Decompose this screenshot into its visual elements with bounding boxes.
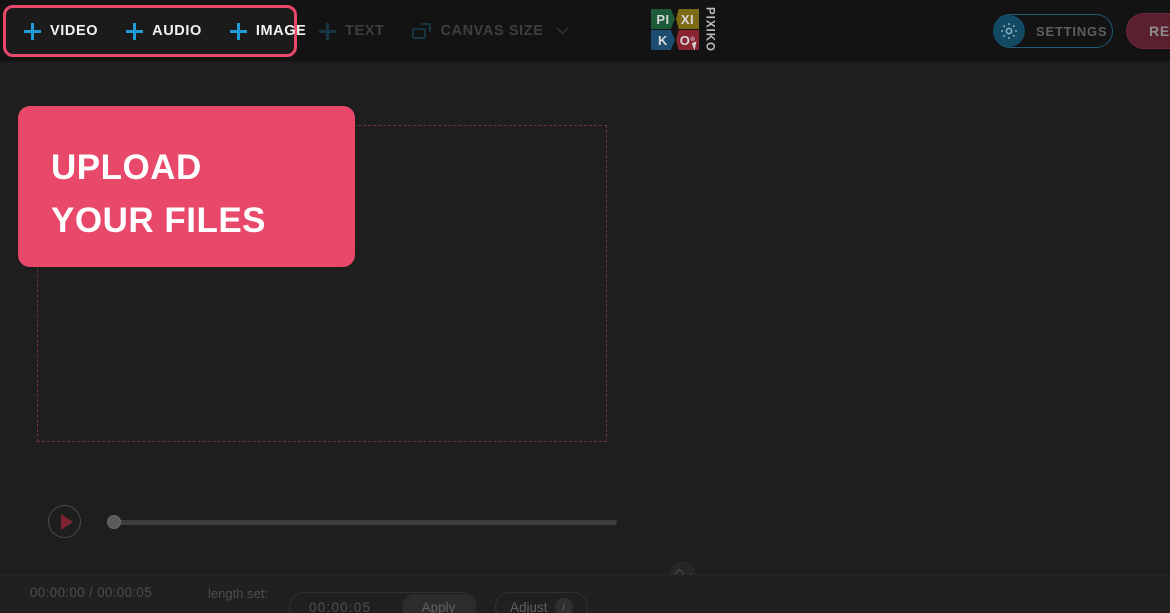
logo-cell-o: O ® [676, 30, 699, 50]
add-audio-button[interactable]: AUDIO [112, 11, 216, 51]
callout-text: UPLOAD YOUR FILES [51, 148, 267, 241]
canvas-size-icon [412, 23, 432, 39]
time-display: 00:00:00 / 00:00:05 [30, 585, 153, 600]
logo-cell-pi: PI [651, 9, 675, 29]
render-label: RENDER [1149, 23, 1170, 39]
length-set-control: 00:00:05 Apply [289, 592, 476, 613]
add-video-button[interactable]: VIDEO [10, 11, 112, 51]
logo-grid: PI XI K O ® [651, 9, 699, 50]
logo-vertical-text: PIXIKO [703, 7, 716, 52]
upload-files-callout: UPLOAD YOUR FILES [18, 106, 355, 267]
player-controls [48, 505, 617, 538]
adjust-control[interactable]: Adjust i [495, 592, 588, 613]
gear-icon [993, 15, 1025, 47]
logo-cell-o-letter: O [679, 32, 691, 48]
play-icon [60, 513, 73, 530]
seek-track [112, 519, 617, 525]
toolbar-secondary-group: TEXT CANVAS SIZE [305, 0, 581, 62]
add-audio-label: AUDIO [152, 23, 202, 39]
plus-icon [126, 22, 144, 40]
info-icon[interactable]: i [554, 598, 573, 613]
seek-handle[interactable] [107, 514, 121, 529]
pixiko-editor-window: TEXT CANVAS SIZE PI XI K O ® PIXIKO SETT… [0, 0, 1170, 613]
add-image-button[interactable]: IMAGE [216, 11, 321, 51]
logo-cell-k: K [651, 30, 675, 50]
canvas-size-button[interactable]: CANVAS SIZE [398, 11, 581, 51]
pixiko-logo[interactable]: PI XI K O ® PIXIKO [651, 7, 717, 52]
settings-label: SETTINGS [1036, 23, 1108, 39]
canvas-size-label: CANVAS SIZE [440, 23, 544, 39]
play-button[interactable] [48, 505, 81, 538]
settings-button[interactable]: SETTINGS [993, 14, 1113, 48]
length-set-label: length set: [208, 586, 268, 601]
add-video-label: VIDEO [50, 23, 99, 39]
plus-icon [24, 22, 41, 40]
add-image-label: IMAGE [255, 23, 307, 39]
cursor-icon [691, 41, 699, 50]
add-text-label: TEXT [345, 23, 385, 39]
chevron-down-icon[interactable] [556, 22, 570, 35]
adjust-label: Adjust [510, 599, 548, 613]
plus-icon [229, 22, 247, 40]
toolbar-primary-group: VIDEO AUDIO IMAGE [10, 0, 320, 62]
plus-icon [319, 22, 336, 40]
length-input[interactable]: 00:00:05 [309, 600, 401, 613]
logo-cell-xi: XI [676, 9, 699, 29]
render-button[interactable]: RENDER [1126, 13, 1170, 49]
seek-bar[interactable] [107, 514, 617, 529]
apply-button[interactable]: Apply [402, 594, 475, 613]
